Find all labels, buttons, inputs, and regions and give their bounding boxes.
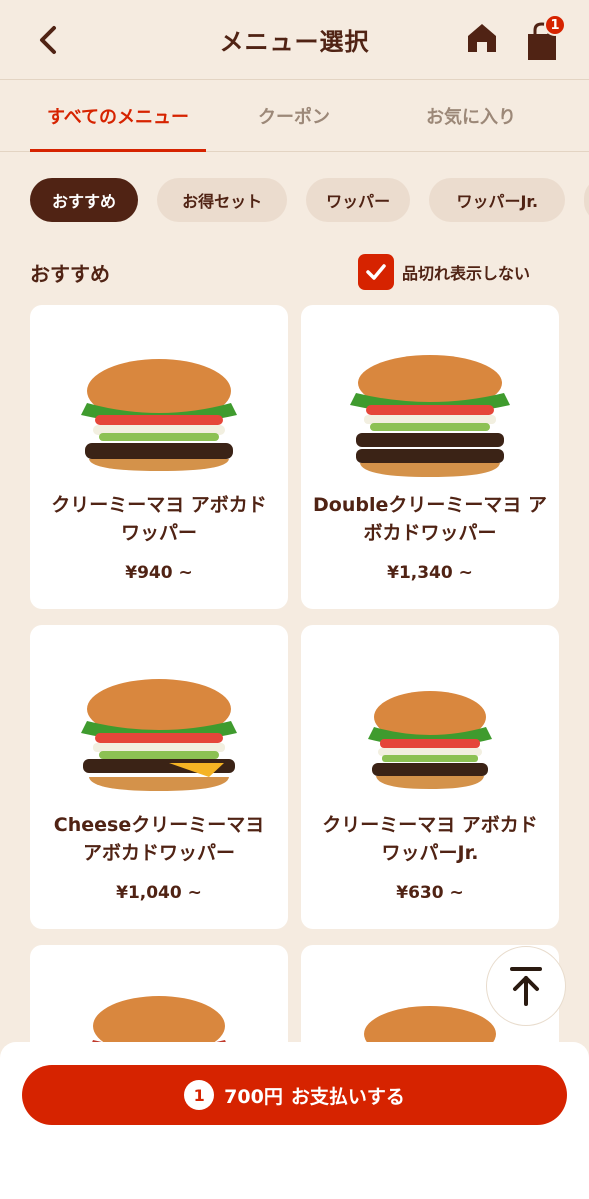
checkout-button[interactable]: 1 700円 お支払いする [22,1065,567,1125]
cart-count-badge: 1 [544,14,566,36]
chip-more[interactable] [584,178,589,222]
check-icon [366,264,386,280]
hide-sold-out-toggle[interactable]: 品切れ表示しない [358,254,530,290]
chip-whopper[interactable]: ワッパー [306,178,411,222]
product-card[interactable]: Doubleクリーミーマヨ アボカドワッパー ¥1,340 ~ [301,305,559,609]
scroll-to-top-button[interactable] [486,946,566,1026]
product-name: クリーミーマヨ アボカドワッパー [51,494,267,544]
checkout-bar: 1 700円 お支払いする [0,1042,589,1199]
product-name: Doubleクリーミーマヨ アボカドワッパー [313,494,547,544]
section-title: おすすめ [30,262,110,286]
hide-sold-out-label: 品切れ表示しない [402,264,531,283]
burger-image [30,673,288,803]
product-card[interactable]: Cheeseクリーミーマヨ アボカドワッパー ¥1,040 ~ [30,625,288,929]
home-icon [468,24,496,52]
checkbox[interactable] [358,254,394,290]
chip-value-set[interactable]: お得セット [157,178,288,222]
menu-tabs: すべてのメニュー クーポン お気に入り [0,80,589,152]
product-price: ¥1,040 ~ [116,883,202,903]
chip-recommended[interactable]: おすすめ [30,178,138,222]
item-count-badge: 1 [184,1080,215,1110]
burger-image [30,990,288,1050]
home-button[interactable] [462,18,502,58]
checkout-label: お支払いする [290,1085,405,1108]
product-price: ¥940 ~ [125,563,193,583]
product-price: ¥1,340 ~ [387,563,473,583]
tab-favorites[interactable]: お気に入り [408,80,534,152]
product-card[interactable]: クリーミーマヨ アボカドワッパー ¥940 ~ [30,305,288,609]
tab-coupon[interactable]: クーポン [236,80,352,152]
arrow-up-icon [510,967,542,1006]
product-card[interactable]: クリーミーマヨ アボカドワッパーJr. ¥630 ~ [301,625,559,929]
tab-all-menu[interactable]: すべてのメニュー [30,80,206,152]
product-name: クリーミーマヨ アボカドワッパーJr. [322,814,538,864]
product-name: Cheeseクリーミーマヨ アボカドワッパー [53,814,265,864]
total-amount: 700円 [224,1085,283,1108]
category-chips[interactable]: おすすめ お得セット ワッパー ワッパーJr. [30,178,589,222]
product-price: ¥630 ~ [396,883,464,903]
chip-whopper-jr[interactable]: ワッパーJr. [429,178,566,222]
top-app-bar: メニュー選択 1 [0,0,589,80]
cart-button[interactable]: 1 [522,14,572,60]
burger-image [30,353,288,483]
burger-image [301,353,559,483]
burger-image [301,673,559,803]
